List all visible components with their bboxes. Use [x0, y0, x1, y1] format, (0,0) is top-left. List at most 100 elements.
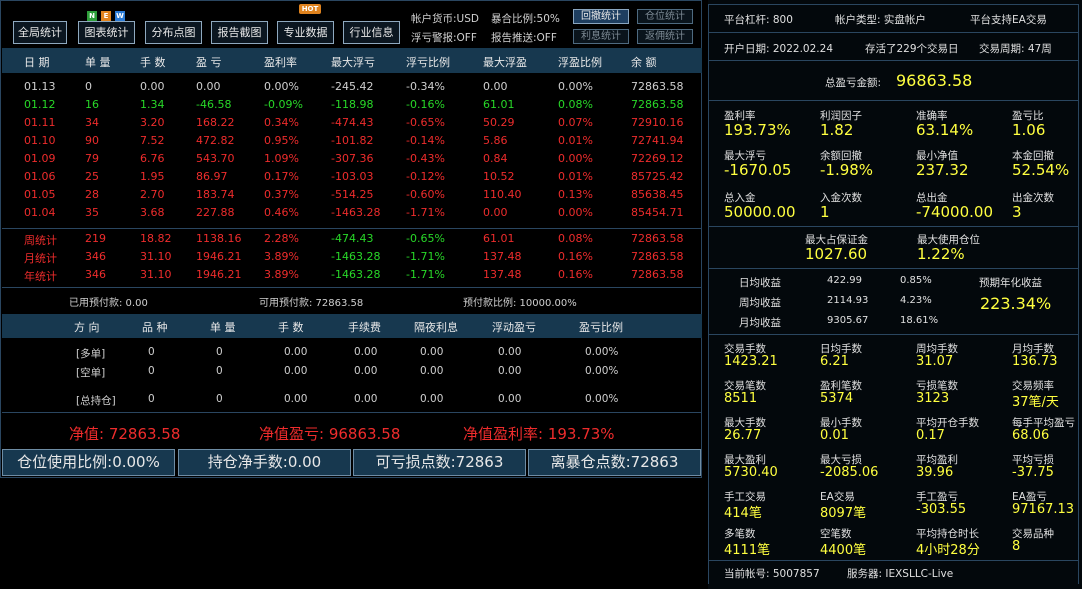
table-cell: 86.97 — [196, 170, 228, 183]
table-cell: 0.07% — [558, 116, 593, 129]
table-cell: 0.13% — [558, 188, 593, 201]
position-cell: 0.00% — [585, 365, 619, 377]
table-cell: 79 — [85, 152, 99, 165]
divider — [2, 228, 702, 229]
equity-bar: 净值: 72863.58 净值盈亏: 96863.58 净值盈利率: 193.7… — [1, 423, 701, 443]
stat-value: -37.75 — [1012, 465, 1054, 480]
summary-cell: -474.43 — [331, 232, 374, 245]
position-row: [多单] 0 0 0.00 0.00 0.00 0.00 0.00% — [2, 344, 702, 364]
column-header: 单 量 — [85, 56, 111, 69]
stat-value: 136.73 — [1012, 354, 1058, 369]
table-cell: 72863.58 — [631, 80, 684, 93]
current-account: 当前帐号: 5007857 — [724, 568, 820, 580]
average-amount: 422.99 — [827, 275, 862, 286]
table-cell: 1.09% — [264, 152, 299, 165]
summary-cell: 72863.58 — [631, 250, 684, 263]
survival-days: 存活了229个交易日 — [865, 43, 959, 55]
table-cell: -0.43% — [406, 152, 445, 165]
net-position-lots: 持仓净手数:0.00 — [178, 449, 351, 476]
industry-info-button[interactable]: 行业信息 — [343, 21, 400, 44]
average-amount: 2114.93 — [827, 295, 869, 306]
drawdown-stats-button[interactable]: 回撤统计 — [573, 9, 629, 24]
table-cell: -307.36 — [331, 152, 374, 165]
summary-cell: 31.10 — [140, 250, 172, 263]
position-cell: 0.00 — [498, 346, 522, 358]
float-loss-alert: 浮亏警报:OFF — [411, 32, 477, 44]
rebate-stats-button[interactable]: 返佣统计 — [637, 29, 693, 44]
divider — [2, 412, 702, 413]
summary-cell: 1946.21 — [196, 250, 242, 263]
distribution-chart-button[interactable]: 分布点图 — [145, 21, 202, 44]
position-cell: 0.00 — [354, 393, 378, 405]
table-row: 01.04 35 3.68 227.88 0.46% -1463.28 -1.71% 0.00… — [2, 205, 702, 223]
position-cell: 0.00 — [420, 365, 444, 377]
table-cell: 85725.42 — [631, 170, 684, 183]
position-cell: 0.00 — [498, 365, 522, 377]
report-screenshot-button[interactable]: 报告截图 — [211, 21, 268, 44]
table-cell: 72269.12 — [631, 152, 684, 165]
metric-value: 63.14% — [916, 121, 974, 139]
summary-cell: 61.01 — [483, 232, 515, 245]
divider — [2, 287, 702, 288]
summary-cell: 0.16% — [558, 268, 593, 281]
stat-value: 414笔 — [724, 506, 762, 521]
table-row: 01.12 16 1.34 -46.58 -0.09% -118.98 -0.16% 61.0… — [2, 97, 702, 115]
table-cell: 01.04 — [24, 206, 56, 219]
summary-cell: 72863.58 — [631, 268, 684, 281]
table-cell: 0.84 — [483, 152, 508, 165]
metric-value: -1.98% — [820, 161, 874, 179]
table-cell: 472.82 — [196, 134, 235, 147]
position-cell: 0.00 — [284, 365, 308, 377]
table-cell: 5.86 — [483, 134, 508, 147]
table-cell: 0.95% — [264, 134, 299, 147]
table-cell: 72741.94 — [631, 134, 684, 147]
position-cell: [多单] — [76, 348, 106, 360]
table-cell: 72863.58 — [631, 98, 684, 111]
divider — [708, 4, 1079, 5]
position-cell: 0.00% — [585, 346, 619, 358]
stat-value: 4111笔 — [724, 543, 771, 558]
table-cell: 25 — [85, 170, 99, 183]
account-type: 帐户类型: 实盘帐户 — [835, 14, 926, 26]
new-badge-n: N — [87, 11, 97, 21]
position-row: [总持仓] 0 0 0.00 0.00 0.00 0.00 0.00% — [2, 391, 702, 411]
stat-value: 37笔/天 — [1012, 395, 1059, 410]
pro-data-button[interactable]: 专业数据 — [277, 21, 334, 44]
interest-stats-button[interactable]: 利息统计 — [573, 29, 629, 44]
position-stats-button[interactable]: 仓位统计 — [637, 9, 693, 24]
position-cell: 0 — [148, 365, 155, 377]
table-cell: 01.11 — [24, 116, 56, 129]
metric-value: 1 — [820, 203, 830, 221]
table-cell: 6.76 — [140, 152, 165, 165]
position-cell: 0 — [148, 393, 155, 405]
left-panel: 全局统计 图表统计 分布点图 报告截图 专业数据 行业信息 N E W HOT … — [0, 0, 702, 478]
table-cell: 10.52 — [483, 170, 515, 183]
table-cell: -0.34% — [406, 80, 445, 93]
position-cell: 0 — [148, 346, 155, 358]
chart-stats-button[interactable]: 图表统计 — [78, 21, 135, 44]
summary-cell: 137.48 — [483, 268, 522, 281]
stat-value: 39.96 — [916, 465, 954, 480]
table-row: 01.13 0 0.00 0.00 0.00% -245.42 -0.34% 0.00 0.00… — [2, 79, 702, 97]
daily-table-header: 日 期 单 量 手 数 盈 亏 盈利率 最大浮亏 浮亏比例 最大浮盈 浮盈比例 余 额 — [2, 48, 702, 73]
table-cell: -0.14% — [406, 134, 445, 147]
summary-cell: 0.08% — [558, 232, 593, 245]
global-stats-button[interactable]: 全局统计 — [13, 21, 67, 44]
summary-cell: 137.48 — [483, 250, 522, 263]
summary-cell: 31.10 — [140, 268, 172, 281]
summary-row: 年统计 346 31.10 1946.21 3.89% -1463.28 -1.71% 137… — [2, 267, 702, 285]
table-row: 01.10 90 7.52 472.82 0.95% -101.82 -0.14% 5.86 0… — [2, 133, 702, 151]
divider — [708, 4, 709, 584]
table-cell: 7.52 — [140, 134, 165, 147]
table-cell: 0.00 — [483, 206, 508, 219]
stat-value: 31.07 — [916, 354, 954, 369]
summary-cell: 3.89% — [264, 250, 299, 263]
open-date: 开户日期: 2022.02.24 — [724, 43, 833, 55]
available-prepaid: 可用预付款: 72863.58 — [259, 298, 364, 309]
metric-value: 50000.00 — [724, 203, 796, 221]
summary-cell: 2.28% — [264, 232, 299, 245]
table-cell: 16 — [85, 98, 99, 111]
table-cell: -1.71% — [406, 206, 445, 219]
table-cell: 0.01% — [558, 170, 593, 183]
column-header: 隔夜利息 — [414, 321, 458, 334]
